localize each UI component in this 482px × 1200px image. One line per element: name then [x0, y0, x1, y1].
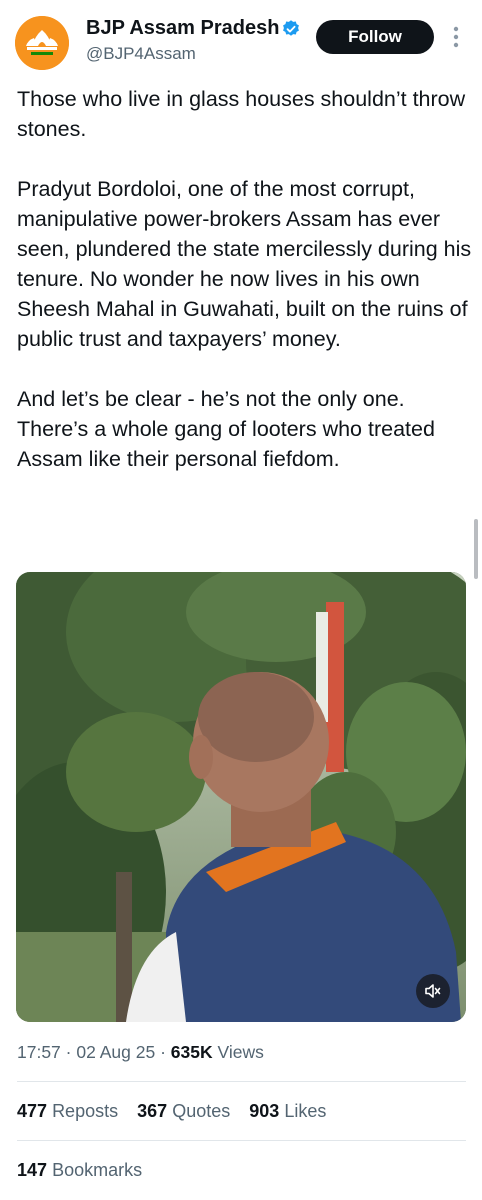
views-label: Views [217, 1042, 264, 1062]
separator-dot: · [65, 1042, 77, 1062]
quotes-label: Quotes [172, 1101, 231, 1121]
tweet-date[interactable]: 02 Aug 25 [76, 1042, 155, 1062]
follow-button[interactable]: Follow [316, 20, 434, 54]
reposts-stat[interactable]: 477 Reposts [17, 1101, 118, 1121]
tweet-paragraph: Pradyut Bordoloi, one of the most corrup… [17, 177, 472, 351]
quotes-count: 367 [137, 1101, 168, 1121]
tweet-paragraph: Those who live in glass houses shouldn’t… [17, 87, 466, 141]
more-options-icon[interactable] [451, 24, 461, 50]
separator-dot: · [160, 1042, 171, 1062]
tweet-paragraph: And let’s be clear - he’s not the only o… [17, 387, 435, 471]
likes-label: Likes [284, 1101, 327, 1121]
avatar[interactable] [15, 16, 69, 70]
video-frame [16, 572, 466, 1022]
tweet-time[interactable]: 17:57 [17, 1042, 61, 1062]
engagement-stats: 477 Reposts 367 Quotes 903 Likes [17, 1101, 340, 1122]
bookmarks-count: 147 [17, 1160, 48, 1180]
scrollbar-thumb[interactable] [474, 519, 478, 579]
likes-stat[interactable]: 903 Likes [249, 1101, 326, 1121]
bjp-lotus-logo-icon [15, 16, 69, 70]
tweet-text: Those who live in glass houses shouldn’t… [17, 84, 472, 504]
quotes-stat[interactable]: 367 Quotes [137, 1101, 230, 1121]
likes-count: 903 [249, 1101, 280, 1121]
divider [17, 1081, 466, 1082]
author-name[interactable]: BJP Assam Pradesh [86, 17, 279, 40]
reposts-count: 477 [17, 1101, 48, 1121]
tweet-meta: 17:57 · 02 Aug 25 · 635K Views [17, 1042, 264, 1063]
divider [17, 1140, 466, 1141]
volume-button[interactable] [416, 974, 450, 1008]
verified-badge-icon [283, 20, 299, 36]
tweet-screen: BJP Assam Pradesh @BJP4Assam Follow Thos… [0, 0, 482, 1200]
author-handle[interactable]: @BJP4Assam [86, 44, 196, 64]
speaker-muted-icon [425, 984, 441, 998]
views-count: 635K [170, 1042, 213, 1062]
bookmarks-label: Bookmarks [52, 1160, 143, 1180]
bookmarks-stat[interactable]: 147 Bookmarks [17, 1160, 142, 1181]
tweet-video[interactable] [16, 572, 466, 1022]
reposts-label: Reposts [52, 1101, 119, 1121]
